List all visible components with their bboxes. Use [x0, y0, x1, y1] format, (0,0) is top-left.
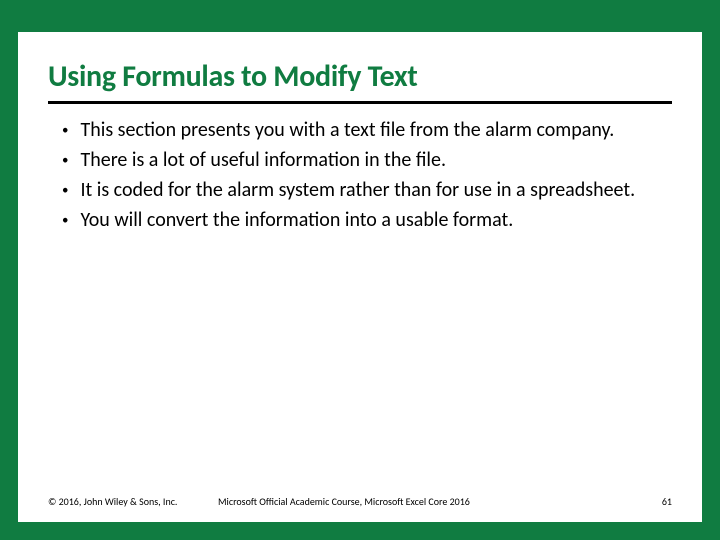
- bullet-text: This section presents you with a text fi…: [80, 118, 672, 144]
- bullet-icon: •: [56, 118, 80, 144]
- slide-title: Using Formulas to Modify Text: [48, 60, 672, 104]
- bullet-text: You will convert the information into a …: [80, 208, 672, 234]
- bullet-list: • This section presents you with a text …: [48, 118, 672, 490]
- list-item: • This section presents you with a text …: [56, 118, 672, 144]
- bullet-icon: •: [56, 148, 80, 174]
- copyright-text: © 2016, John Wiley & Sons, Inc.: [48, 495, 218, 508]
- bullet-icon: •: [56, 208, 80, 234]
- course-text: Microsoft Official Academic Course, Micr…: [218, 495, 632, 508]
- slide: Using Formulas to Modify Text • This sec…: [18, 32, 702, 522]
- page-number: 61: [632, 495, 672, 508]
- list-item: • It is coded for the alarm system rathe…: [56, 178, 672, 204]
- list-item: • You will convert the information into …: [56, 208, 672, 234]
- bullet-icon: •: [56, 178, 80, 204]
- bullet-text: It is coded for the alarm system rather …: [80, 178, 672, 204]
- list-item: • There is a lot of useful information i…: [56, 148, 672, 174]
- footer: © 2016, John Wiley & Sons, Inc. Microsof…: [48, 489, 672, 508]
- bullet-text: There is a lot of useful information in …: [80, 148, 672, 174]
